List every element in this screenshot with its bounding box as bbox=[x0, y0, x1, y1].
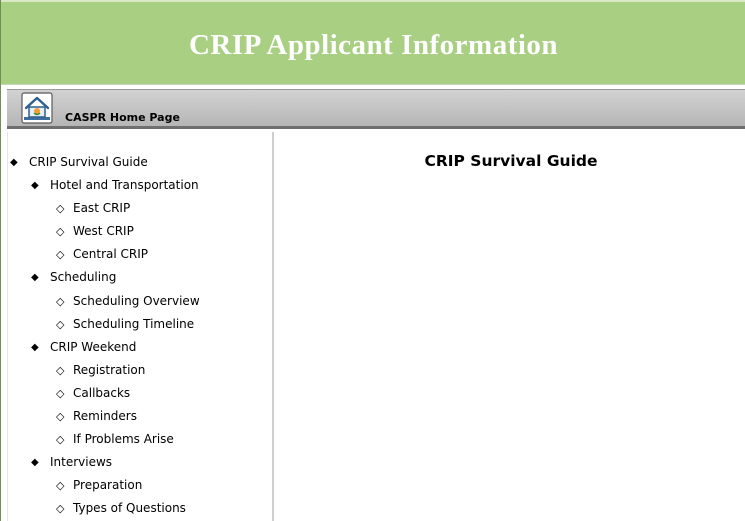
hollow-diamond-bullet-icon: ◇ bbox=[56, 502, 65, 516]
sidebar-navigation: ◆ CRIP Survival Guide ◆ Hotel and Transport… bbox=[7, 132, 274, 521]
sidebar-item-label: Types of Questions bbox=[73, 501, 186, 516]
sidebar-item-label: Central CRIP bbox=[73, 247, 148, 262]
filled-diamond-bullet-icon: ◆ bbox=[31, 180, 39, 192]
filled-diamond-bullet-icon: ◆ bbox=[31, 457, 39, 469]
sidebar-item-label: CRIP Weekend bbox=[50, 339, 137, 354]
sidebar-item-label: Preparation bbox=[73, 478, 143, 493]
sidebar-item[interactable]: ◇ Callbacks bbox=[8, 382, 272, 405]
sidebar-item[interactable]: ◇ Preparation bbox=[8, 474, 272, 497]
page-title: CRIP Survival Guide bbox=[424, 152, 598, 170]
hollow-diamond-bullet-icon: ◇ bbox=[56, 363, 65, 377]
sidebar-item-label: East CRIP bbox=[73, 201, 131, 216]
sidebar-item-label: Scheduling Overview bbox=[73, 293, 200, 308]
home-link-label: CASPR Home Page bbox=[65, 111, 180, 124]
sidebar-item[interactable]: ◇ Central CRIP bbox=[8, 243, 272, 266]
sidebar-item[interactable]: ◆ CRIP Weekend bbox=[8, 336, 272, 359]
navigation-bar: CASPR Home Page bbox=[1, 89, 745, 129]
sidebar-item[interactable]: ◆ Hotel and Transportation bbox=[8, 174, 272, 197]
sidebar-item-label: Callbacks bbox=[73, 385, 131, 400]
sidebar-item[interactable]: ◇ Registration bbox=[8, 359, 272, 382]
sidebar-item-label: West CRIP bbox=[73, 224, 134, 239]
sidebar-tree: ◆ CRIP Survival Guide ◆ Hotel and Transport… bbox=[8, 151, 272, 521]
sidebar-item[interactable]: ◇ West CRIP bbox=[8, 220, 272, 243]
hollow-diamond-bullet-icon: ◇ bbox=[56, 248, 65, 262]
sidebar-item[interactable]: ◇ Types of Questions bbox=[8, 497, 272, 520]
sidebar-item-label: Reminders bbox=[73, 409, 137, 424]
hollow-diamond-bullet-icon: ◇ bbox=[56, 433, 65, 447]
sidebar-item[interactable]: ◇ Scheduling Timeline bbox=[8, 313, 272, 336]
hollow-diamond-bullet-icon: ◇ bbox=[56, 386, 65, 400]
hollow-diamond-bullet-icon: ◇ bbox=[56, 410, 65, 424]
sidebar-item[interactable]: ◇ Scheduling Overview bbox=[8, 290, 272, 313]
filled-diamond-bullet-icon: ◆ bbox=[31, 272, 39, 284]
sidebar-item-label: CRIP Survival Guide bbox=[29, 155, 148, 169]
sidebar-item-label: Scheduling Timeline bbox=[73, 316, 195, 331]
main-content: CRIP Survival Guide bbox=[276, 132, 745, 521]
filled-diamond-bullet-icon: ◆ bbox=[10, 157, 18, 168]
home-icon bbox=[21, 92, 53, 124]
sidebar-item-label: If Problems Arise bbox=[73, 432, 174, 447]
header-banner: CRIP Applicant Information bbox=[1, 0, 745, 85]
sidebar-item[interactable]: ◇ If Problems Arise bbox=[8, 428, 272, 451]
sidebar-item[interactable]: ◇ Reminders bbox=[8, 405, 272, 428]
hollow-diamond-bullet-icon: ◇ bbox=[56, 317, 65, 331]
hollow-diamond-bullet-icon: ◇ bbox=[56, 202, 65, 216]
sidebar-item-label: Interviews bbox=[50, 455, 113, 470]
hollow-diamond-bullet-icon: ◇ bbox=[56, 294, 65, 308]
page-header-title: CRIP Applicant Information bbox=[188, 29, 559, 61]
filled-diamond-bullet-icon: ◆ bbox=[31, 341, 39, 353]
sidebar-item-label: Scheduling bbox=[50, 270, 117, 285]
sidebar-item[interactable]: ◆ CRIP Survival Guide bbox=[8, 151, 272, 174]
hollow-diamond-bullet-icon: ◇ bbox=[56, 225, 65, 239]
sidebar-item[interactable]: ◇ East CRIP bbox=[8, 197, 272, 220]
sidebar-item[interactable]: ◆ Interviews bbox=[8, 451, 272, 474]
sidebar-item-label: Registration bbox=[73, 362, 146, 377]
app-window: CRIP Applicant Information CASPR Home Pa… bbox=[0, 0, 745, 521]
sidebar-item[interactable]: ◆ Scheduling bbox=[8, 266, 272, 289]
hollow-diamond-bullet-icon: ◇ bbox=[56, 479, 65, 493]
sidebar-item-label: Hotel and Transportation bbox=[50, 178, 199, 193]
